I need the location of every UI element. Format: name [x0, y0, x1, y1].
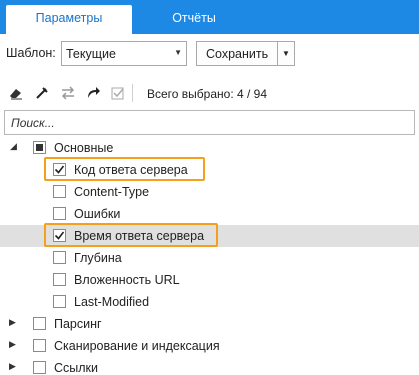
check-square-icon[interactable] [110, 85, 126, 101]
search-box [4, 110, 415, 135]
toolbar: Всего выбрано: 4 / 94 [0, 78, 419, 108]
tree-item-checkbox[interactable] [53, 295, 66, 308]
tree-group-label: Сканирование и индексация [54, 339, 220, 353]
search-input[interactable] [5, 111, 414, 134]
tab-bar: Параметры Отчёты [0, 0, 419, 34]
tree-item-label: Глубина [74, 251, 122, 265]
save-button[interactable]: Сохранить [196, 41, 278, 66]
tree-item-label: Content-Type [74, 185, 150, 199]
tree-group-checkbox[interactable] [33, 339, 46, 352]
tab-reports[interactable]: Отчёты [134, 5, 254, 34]
eraser-icon[interactable] [8, 85, 24, 101]
tree-item[interactable]: Вложенность URL [0, 269, 419, 291]
tab-parameters[interactable]: Параметры [6, 5, 132, 34]
collapsed-arrow-icon[interactable]: ▶ [9, 317, 19, 328]
template-select-value: Текущие [66, 47, 116, 61]
highlight-box [44, 157, 205, 181]
collapsed-arrow-icon[interactable]: ▶ [9, 361, 19, 372]
tree-item-checkbox[interactable] [53, 251, 66, 264]
tree-item[interactable]: Content-Type [0, 181, 419, 203]
tree-group-checkbox[interactable] [33, 361, 46, 374]
tree-group-label: Парсинг [54, 317, 102, 331]
tree-group-label: Основные [54, 141, 114, 155]
tree-item-label: Last-Modified [74, 295, 150, 309]
tree-group-checkbox[interactable] [33, 317, 46, 330]
tree-group-main[interactable]: ◢ Основные [0, 137, 419, 159]
swap-icon[interactable] [60, 85, 76, 101]
redo-arrow-icon[interactable] [85, 85, 101, 101]
chevron-down-icon: ▼ [282, 49, 290, 58]
toolbar-divider [132, 84, 133, 102]
tree-item-label: Вложенность URL [74, 273, 180, 287]
highlight-box [44, 223, 218, 247]
tree-item[interactable]: Глубина [0, 247, 419, 269]
unpin-icon[interactable] [34, 85, 50, 101]
tree-group-label: Ссылки [54, 361, 99, 375]
collapsed-arrow-icon[interactable]: ▶ [9, 339, 19, 350]
template-select[interactable]: Текущие ▼ [61, 41, 187, 66]
tree-item-label: Ошибки [74, 207, 121, 221]
template-label: Шаблон: [6, 46, 56, 60]
selected-count: Всего выбрано: 4 / 94 [147, 87, 268, 101]
save-dropdown-button[interactable]: ▼ [278, 41, 295, 66]
expanded-arrow-icon[interactable]: ◢ [10, 141, 20, 152]
tree-item-checkbox[interactable] [53, 273, 66, 286]
tree-item-checkbox[interactable] [53, 207, 66, 220]
tree-group-scanning[interactable]: ▶ Сканирование и индексация [0, 335, 419, 357]
save-button-label: Сохранить [206, 47, 269, 61]
chevron-down-icon: ▼ [174, 48, 182, 57]
tree-group-parsing[interactable]: ▶ Парсинг [0, 313, 419, 335]
tree-group-checkbox[interactable] [33, 141, 46, 154]
tree-group-links[interactable]: ▶ Ссылки [0, 357, 419, 375]
tree-item-checkbox[interactable] [53, 185, 66, 198]
tree-item[interactable]: Ошибки [0, 203, 419, 225]
template-row: Шаблон: Текущие ▼ Сохранить ▼ [0, 38, 419, 70]
tree-item[interactable]: Last-Modified [0, 291, 419, 313]
